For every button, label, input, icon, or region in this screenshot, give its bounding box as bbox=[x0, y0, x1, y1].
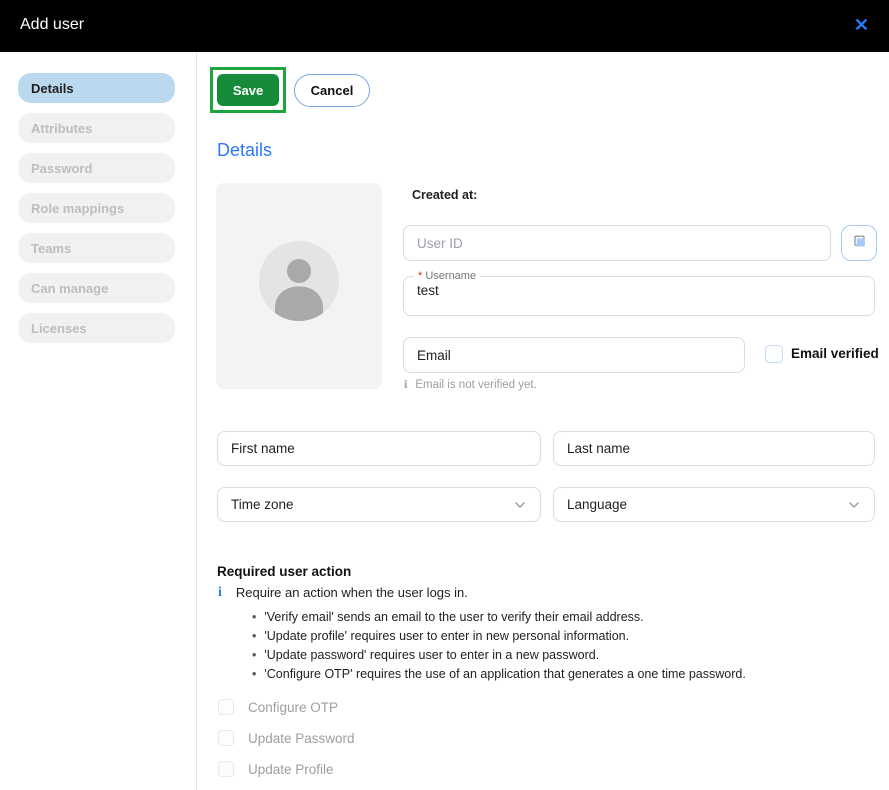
username-input[interactable] bbox=[417, 283, 857, 298]
first-name-input[interactable] bbox=[217, 431, 541, 466]
required-action-bullet-list: 'Verify email' sends an email to the use… bbox=[252, 608, 746, 684]
copy-user-id-button[interactable] bbox=[841, 225, 877, 261]
required-action-intro: i Require an action when the user logs i… bbox=[218, 585, 468, 601]
sidebar-item-password[interactable]: Password bbox=[18, 153, 175, 183]
username-field: * Username bbox=[403, 271, 875, 316]
time-zone-value: Time zone bbox=[231, 497, 294, 512]
sidebar-item-label: Can manage bbox=[31, 281, 108, 296]
bullet-item: 'Update password' requires user to enter… bbox=[252, 646, 746, 665]
email-input[interactable] bbox=[403, 337, 745, 373]
sidebar-item-teams[interactable]: Teams bbox=[18, 233, 175, 263]
chevron-down-icon bbox=[846, 497, 862, 513]
bullet-item: 'Configure OTP' requires the use of an a… bbox=[252, 665, 746, 684]
section-title: Details bbox=[217, 140, 272, 161]
sidebar-item-can-manage[interactable]: Can manage bbox=[18, 273, 175, 303]
email-note-text: Email is not verified yet. bbox=[415, 379, 536, 391]
required-action-intro-text: Require an action when the user logs in. bbox=[236, 585, 468, 601]
update-password-label: Update Password bbox=[248, 731, 355, 746]
add-user-dialog: Add user ✕ Details Attributes Password R… bbox=[0, 0, 889, 790]
save-button[interactable]: Save bbox=[217, 74, 279, 106]
time-zone-select[interactable]: Time zone bbox=[217, 487, 541, 522]
language-value: Language bbox=[567, 497, 627, 512]
configure-otp-label: Configure OTP bbox=[248, 700, 338, 715]
sidebar-item-attributes[interactable]: Attributes bbox=[18, 113, 175, 143]
dialog-sidebar: Details Attributes Password Role mapping… bbox=[0, 52, 197, 790]
cancel-button[interactable]: Cancel bbox=[294, 74, 370, 107]
user-id-input[interactable] bbox=[403, 225, 831, 261]
username-label: * Username bbox=[414, 271, 480, 282]
sidebar-item-details[interactable]: Details bbox=[18, 73, 175, 103]
copy-icon bbox=[850, 233, 868, 254]
language-select[interactable]: Language bbox=[553, 487, 875, 522]
sidebar-item-label: Teams bbox=[31, 241, 71, 256]
dialog-title: Add user bbox=[20, 16, 84, 34]
bullet-item: 'Verify email' sends an email to the use… bbox=[252, 608, 746, 627]
info-icon: i bbox=[404, 377, 407, 392]
info-icon: i bbox=[218, 585, 222, 601]
configure-otp-checkbox[interactable] bbox=[218, 699, 234, 715]
save-button-highlight: Save bbox=[210, 67, 286, 113]
chevron-down-icon bbox=[512, 497, 528, 513]
update-password-checkbox[interactable] bbox=[218, 730, 234, 746]
sidebar-item-role-mappings[interactable]: Role mappings bbox=[18, 193, 175, 223]
email-verified-checkbox[interactable] bbox=[765, 345, 783, 363]
required-user-action-title: Required user action bbox=[217, 564, 351, 579]
update-password-row: Update Password bbox=[218, 730, 355, 746]
person-icon bbox=[259, 241, 339, 321]
update-profile-label: Update Profile bbox=[248, 762, 334, 777]
bullet-item: 'Update profile' requires user to enter … bbox=[252, 627, 746, 646]
sidebar-item-label: Attributes bbox=[31, 121, 92, 136]
sidebar-item-label: Password bbox=[31, 161, 92, 176]
email-verified-label: Email verified bbox=[791, 346, 879, 361]
update-profile-checkbox[interactable] bbox=[218, 761, 234, 777]
configure-otp-row: Configure OTP bbox=[218, 699, 338, 715]
email-note: i Email is not verified yet. bbox=[404, 377, 537, 392]
required-marker: * bbox=[418, 270, 422, 282]
close-icon[interactable]: ✕ bbox=[854, 13, 869, 37]
sidebar-item-label: Details bbox=[31, 81, 74, 96]
avatar bbox=[216, 183, 382, 389]
update-profile-row: Update Profile bbox=[218, 761, 334, 777]
last-name-input[interactable] bbox=[553, 431, 875, 466]
avatar-placeholder-circle bbox=[259, 241, 339, 321]
sidebar-item-licenses[interactable]: Licenses bbox=[18, 313, 175, 343]
created-at-label: Created at: bbox=[412, 188, 477, 202]
sidebar-item-label: Licenses bbox=[31, 321, 87, 336]
sidebar-item-label: Role mappings bbox=[31, 201, 124, 216]
dialog-header: Add user ✕ bbox=[0, 0, 889, 52]
